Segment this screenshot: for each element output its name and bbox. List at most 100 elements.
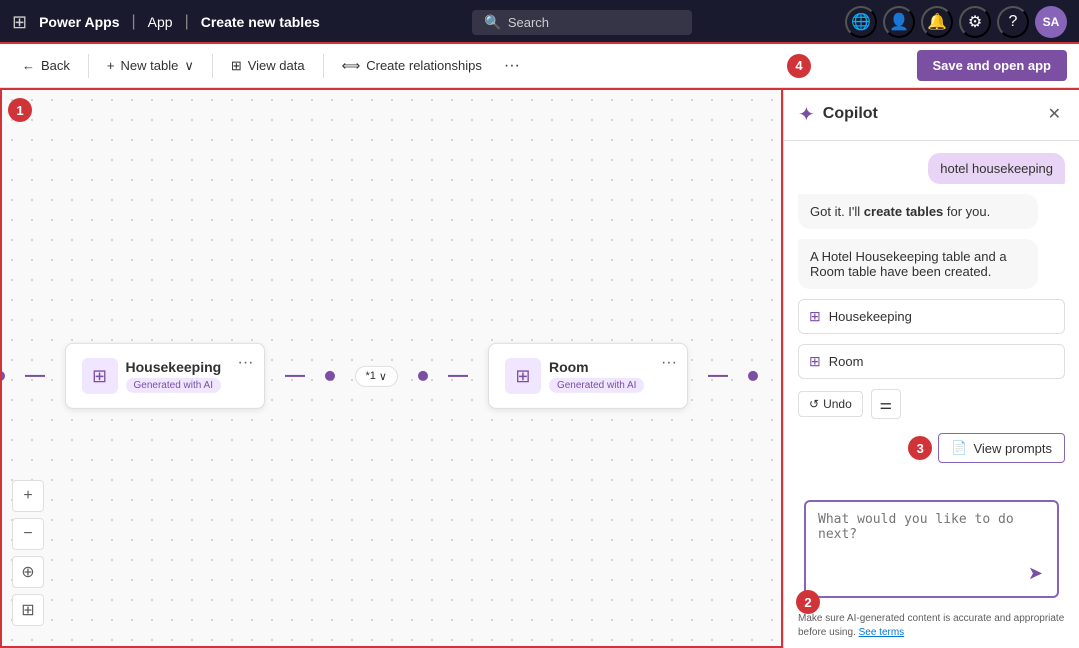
connector-left-dot [0, 371, 4, 381]
toolbar-sep2 [212, 54, 213, 78]
back-button[interactable]: ← Back [12, 52, 80, 79]
help-button[interactable]: ? [997, 6, 1029, 38]
bot-msg2-text: A Hotel Housekeeping table and a Room ta… [810, 249, 1007, 279]
search-icon: 🔍 [484, 14, 501, 31]
zoom-in-button[interactable]: + [12, 480, 44, 512]
input-wrapper: 2 ➤ [784, 500, 1079, 606]
housekeeping-title: Housekeeping [125, 359, 221, 375]
room-card-header: ⊞ Room Generated with AI [505, 358, 671, 394]
user-message: hotel housekeeping [928, 153, 1065, 184]
view-prompts-area: 3 📄 View prompts [798, 433, 1065, 463]
view-data-button[interactable]: ⊞ View data [221, 52, 315, 80]
tables-container: ⊞ Housekeeping Generated with AI ··· *1 … [0, 343, 758, 409]
toolbar-sep1 [88, 54, 89, 78]
send-button[interactable]: ➤ [1026, 561, 1045, 586]
gear-button[interactable]: ⚙ [959, 6, 991, 38]
undo-area: ↺ Undo ⚌ [798, 389, 1065, 419]
table-ref-housekeeping[interactable]: ⊞ Housekeeping [798, 299, 1065, 334]
view-prompts-button[interactable]: 📄 View prompts [938, 433, 1065, 463]
housekeeping-card-header: ⊞ Housekeeping Generated with AI [81, 358, 247, 394]
connector-mid-left-dot [324, 371, 334, 381]
prompts-icon: 📄 [951, 440, 967, 456]
toolbar-sep3 [323, 54, 324, 78]
copilot-header: ✦ Copilot ✕ [784, 88, 1079, 141]
copilot-footer: Make sure AI-generated content is accura… [784, 606, 1079, 648]
connector-mid-right [448, 375, 468, 377]
zoom-out-button[interactable]: − [12, 518, 44, 550]
bot-msg1-suffix: for you. [943, 204, 990, 219]
bot-msg1-prefix: Got it. I'll [810, 204, 864, 219]
back-arrow-icon: ← [22, 58, 35, 73]
rel-chevron[interactable]: ∨ [379, 369, 387, 382]
main-area: 1 ⊞ Housekeeping Generated with AI ··· [0, 88, 1079, 648]
room-info: Room Generated with AI [549, 359, 645, 393]
housekeeping-table-icon: ⊞ [81, 358, 117, 394]
room-table-icon: ⊞ [505, 358, 541, 394]
rel-label: *1 [365, 370, 375, 382]
table-ref-room[interactable]: ⊞ Room [798, 344, 1065, 379]
search-bar[interactable]: 🔍 [472, 10, 692, 35]
map-button[interactable]: ⊞ [12, 594, 44, 626]
housekeeping-menu-button[interactable]: ··· [238, 354, 254, 372]
create-relationships-button[interactable]: ⟺ Create relationships [332, 52, 492, 80]
fit-button[interactable]: ⊕ [12, 556, 44, 588]
filter-icon: ⚌ [879, 396, 892, 413]
bot-message-2: A Hotel Housekeeping table and a Room ta… [798, 239, 1038, 289]
copilot-logo: ✦ [798, 102, 815, 127]
chevron-icon: ∨ [184, 58, 194, 74]
table-ref-label-hk: Housekeeping [829, 309, 912, 324]
housekeeping-info: Housekeeping Generated with AI [125, 359, 221, 393]
breadcrumb-page: Create new tables [201, 14, 320, 30]
new-table-button[interactable]: + New table ∨ [97, 52, 204, 80]
undo-icon: ↺ [809, 397, 819, 411]
step-badge-3: 3 [908, 436, 932, 460]
filter-button[interactable]: ⚌ [871, 389, 901, 419]
persona-button[interactable]: 👤 [883, 6, 915, 38]
connector-right-line [708, 375, 728, 377]
more-options-button[interactable]: ··· [496, 51, 528, 81]
housekeeping-table-card[interactable]: ⊞ Housekeeping Generated with AI ··· [64, 343, 264, 409]
breadcrumb-app[interactable]: App [148, 14, 173, 30]
connector-right-dot [748, 371, 758, 381]
search-input[interactable] [508, 15, 658, 30]
step-badge-2: 2 [796, 590, 820, 614]
copilot-input-container: ➤ [804, 500, 1059, 598]
save-open-app-button[interactable]: Save and open app [917, 50, 1067, 81]
bell-button[interactable]: 🔔 [921, 6, 953, 38]
connector-mid-right-dot [418, 371, 428, 381]
canvas-tools: + − ⊕ ⊞ [12, 480, 44, 626]
housekeeping-ai-badge: Generated with AI [125, 378, 221, 393]
toolbar: ← Back + New table ∨ ⊞ View data ⟺ Creat… [0, 44, 1079, 88]
table-icon: ⊞ [231, 58, 242, 74]
connector-mid-left [284, 375, 304, 377]
grid-icon[interactable]: ⊞ [12, 12, 27, 33]
bot-msg1-bold: create tables [864, 204, 944, 219]
undo-button[interactable]: ↺ Undo [798, 391, 863, 417]
footer-text: Make sure AI-generated content is accura… [798, 613, 1064, 638]
room-title: Room [549, 359, 645, 375]
globe-button[interactable]: 🌐 [845, 6, 877, 38]
relationship-badge[interactable]: *1 ∨ [354, 365, 397, 386]
copilot-chat-scroll[interactable]: hotel housekeeping Got it. I'll create t… [784, 141, 1079, 500]
canvas[interactable]: 1 ⊞ Housekeeping Generated with AI ··· [0, 88, 783, 648]
copilot-panel: ✦ Copilot ✕ hotel housekeeping Got it. I… [783, 88, 1079, 648]
nav-sep1: | [131, 13, 135, 31]
send-row: ➤ [818, 561, 1045, 586]
room-table-card[interactable]: ⊞ Room Generated with AI ··· [488, 343, 688, 409]
plus-icon: + [107, 58, 115, 73]
step-badge-4: 4 [787, 54, 811, 78]
room-ai-badge: Generated with AI [549, 378, 645, 393]
room-menu-button[interactable]: ··· [661, 354, 677, 372]
copilot-input[interactable] [818, 512, 1045, 552]
table-ref-icon-room: ⊞ [809, 353, 821, 370]
relationships-icon: ⟺ [342, 58, 361, 74]
table-ref-icon-hk: ⊞ [809, 308, 821, 325]
table-ref-label-room: Room [829, 354, 864, 369]
bot-message-1: Got it. I'll create tables for you. [798, 194, 1038, 229]
footer-link[interactable]: See terms [859, 627, 905, 638]
top-navigation: ⊞ Power Apps | App | Create new tables 🔍… [0, 0, 1079, 44]
nav-icon-group: 🌐 👤 🔔 ⚙ ? SA [845, 6, 1067, 38]
app-name: Power Apps [39, 14, 119, 30]
copilot-close-button[interactable]: ✕ [1044, 100, 1065, 128]
avatar[interactable]: SA [1035, 6, 1067, 38]
